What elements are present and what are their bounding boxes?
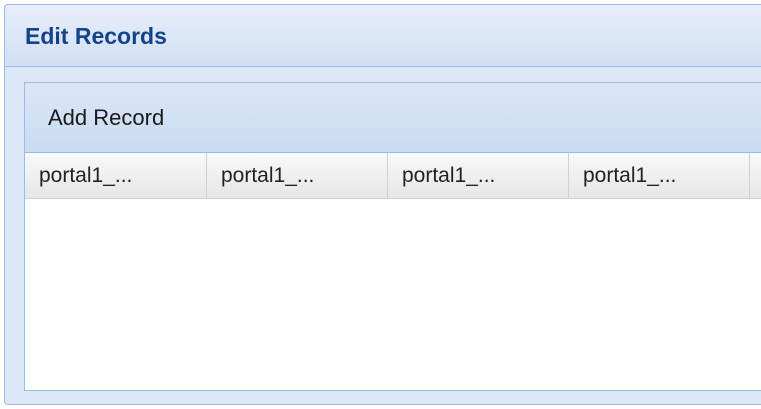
column-header-2[interactable]: portal1_... — [207, 153, 388, 198]
panel-header: Edit Records — [5, 5, 761, 67]
column-header-4[interactable]: portal1_... — [569, 153, 750, 198]
edit-records-panel: Edit Records Add Record portal1_... port… — [4, 4, 761, 405]
records-grid-panel: Add Record portal1_... portal1_... porta… — [24, 82, 761, 391]
grid-body-empty — [25, 199, 761, 390]
grid-column-headers: portal1_... portal1_... portal1_... port… — [25, 153, 761, 199]
panel-title: Edit Records — [25, 23, 167, 49]
grid-toolbar: Add Record — [25, 83, 761, 153]
add-record-button[interactable]: Add Record — [33, 95, 179, 141]
column-header-1[interactable]: portal1_... — [25, 153, 207, 198]
column-header-3[interactable]: portal1_... — [388, 153, 569, 198]
